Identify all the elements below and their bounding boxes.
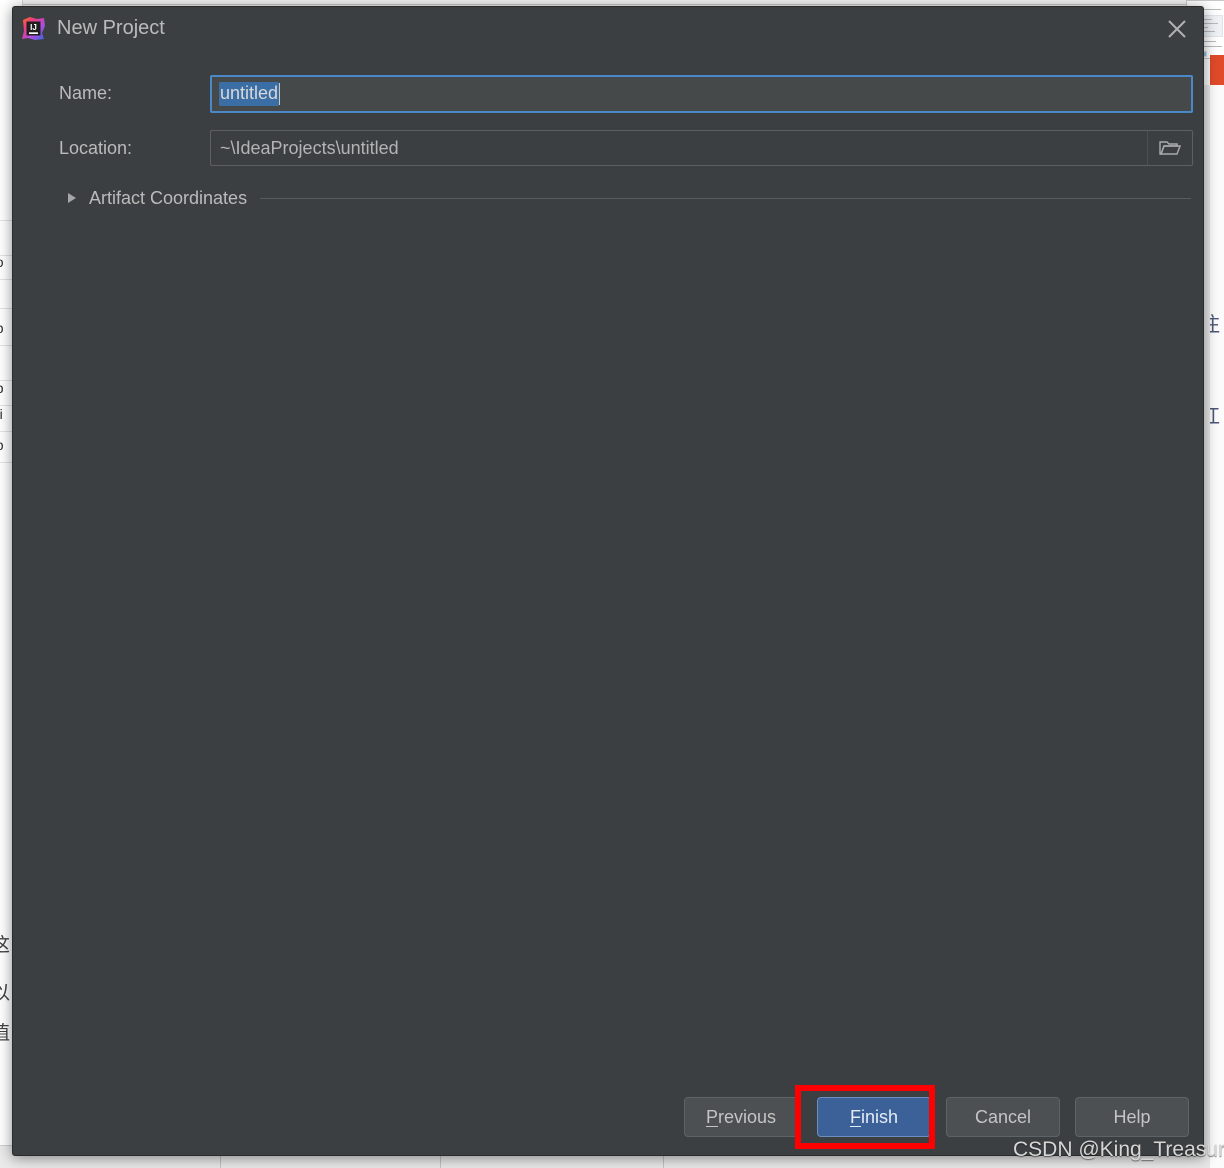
artifact-coordinates-section-toggle[interactable]: Artifact Coordinates	[59, 185, 1193, 211]
text-caret	[279, 83, 281, 105]
help-button-label: Help	[1113, 1106, 1151, 1127]
watermark: CSDN @King_Treasure	[1013, 1138, 1224, 1161]
project-location-input[interactable]: ~\IdeaProjects\untitled	[210, 130, 1193, 166]
section-divider	[260, 197, 1191, 199]
project-name-input[interactable]: untitled	[210, 75, 1193, 113]
cancel-button-label: Cancel	[974, 1106, 1032, 1127]
dialog-titlebar: IJ New Project	[13, 7, 1203, 63]
location-label: Location:	[59, 138, 133, 158]
name-label: Name:	[59, 83, 113, 103]
previous-button[interactable]: Previous	[684, 1097, 798, 1137]
chevron-right-icon	[68, 193, 76, 203]
folder-icon[interactable]	[1147, 131, 1192, 165]
intellij-idea-logo-icon: IJ	[21, 16, 46, 41]
artifact-coordinates-label: Artifact Coordinates	[89, 187, 248, 208]
svg-text:IJ: IJ	[30, 23, 37, 32]
new-project-dialog: IJ New Project Name: untitled Location: …	[12, 6, 1204, 1156]
dialog-footer: Previous Finish Cancel Help	[13, 1097, 1203, 1141]
background-accent-block	[1210, 55, 1224, 85]
project-name-value: untitled	[219, 82, 280, 106]
project-location-value: ~\IdeaProjects\untitled	[220, 137, 399, 158]
previous-button-label: Previous	[705, 1106, 777, 1127]
background-top-rule	[0, 4, 1186, 5]
finish-button-label: Finish	[849, 1106, 899, 1127]
dialog-title: New Project	[57, 17, 165, 39]
help-button[interactable]: Help	[1075, 1097, 1189, 1137]
close-icon[interactable]	[1155, 11, 1199, 47]
finish-button[interactable]: Finish	[817, 1097, 931, 1137]
cancel-button[interactable]: Cancel	[946, 1097, 1060, 1137]
